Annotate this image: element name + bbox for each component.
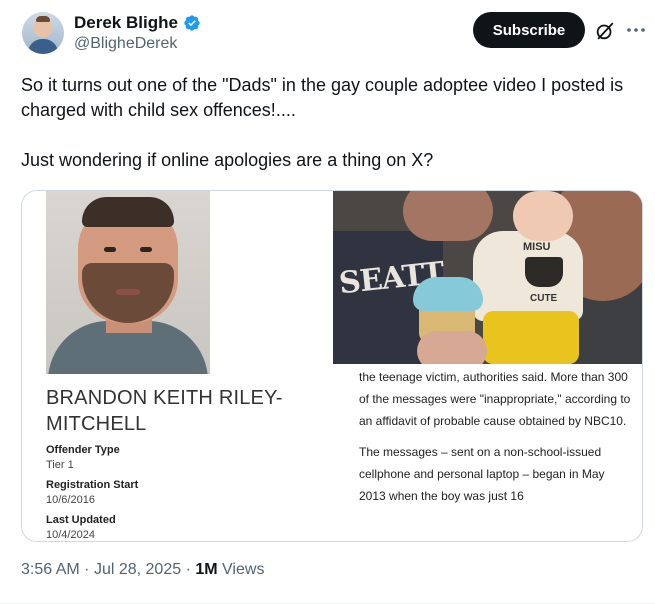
mugshot-image — [46, 191, 210, 374]
verified-badge-icon — [184, 15, 200, 31]
subscribe-button[interactable]: Subscribe — [473, 12, 585, 48]
field-label-registration-start: Registration Start — [46, 479, 139, 491]
author-name[interactable]: Derek Blighe — [74, 13, 178, 33]
photo-cute-text: CUTE — [530, 293, 558, 304]
article-paragraph-2: The messages – sent on a non-school-issu… — [359, 445, 605, 503]
article-paragraph-1: the teenage victim, authorities said. Mo… — [359, 370, 631, 428]
field-value-last-updated: 10/4/2024 — [46, 529, 95, 541]
tweet-timestamp[interactable]: 3:56 AM · Jul 28, 2025 · 1M Views — [21, 561, 264, 579]
tweet-text: So it turns out one of the "Dads" in the… — [21, 73, 631, 173]
tweet-date[interactable]: Jul 28, 2025 — [94, 561, 181, 578]
offender-name: BRANDON KEITH RILEY-MITCHELL — [46, 387, 283, 435]
field-label-last-updated: Last Updated — [46, 514, 116, 526]
field-label-offender-type: Offender Type — [46, 444, 120, 456]
views-count: 1M — [195, 561, 218, 578]
media-image-offender-record[interactable]: BRANDON KEITH RILEY-MITCHELL Offender Ty… — [22, 191, 333, 541]
author-handle[interactable]: @BligheDerek — [74, 35, 177, 53]
family-photo: SEATT MISU CUTE — [333, 191, 642, 364]
avatar[interactable] — [22, 12, 64, 54]
field-value-registration-start: 10/6/2016 — [46, 494, 95, 506]
article-excerpt: the teenage victim, authorities said. Mo… — [359, 366, 633, 507]
tweet-text-line2: Just wondering if online apologies are a… — [21, 150, 434, 170]
views-label: Views — [222, 561, 265, 578]
tweet-time[interactable]: 3:56 AM — [21, 561, 80, 578]
tweet-text-line1: So it turns out one of the "Dads" in the… — [21, 75, 624, 120]
tweet-header: Derek Blighe @BligheDerek Subscribe — [22, 10, 652, 60]
grok-icon[interactable] — [594, 20, 616, 42]
more-options-icon[interactable] — [624, 18, 648, 42]
media-image-news-article[interactable]: SEATT MISU CUTE the teenage victim, auth… — [333, 191, 642, 541]
author-name-line[interactable]: Derek Blighe — [74, 13, 201, 33]
field-value-offender-type: Tier 1 — [46, 459, 74, 471]
tweet-media[interactable]: BRANDON KEITH RILEY-MITCHELL Offender Ty… — [21, 190, 643, 542]
photo-misu-text: MISU — [523, 241, 551, 253]
